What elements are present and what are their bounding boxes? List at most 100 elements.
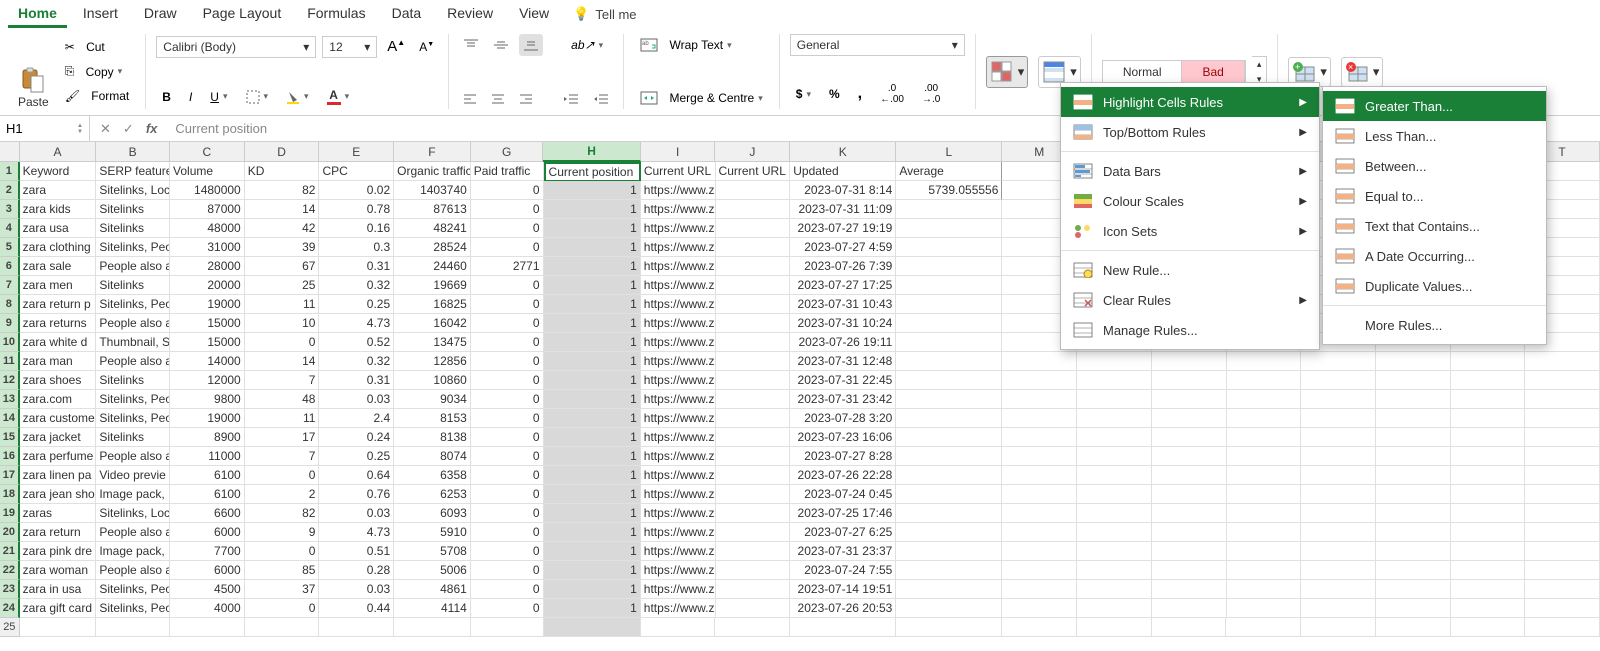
menu-item-clear-rules[interactable]: Clear Rules▶: [1061, 285, 1319, 315]
cell[interactable]: [1451, 485, 1526, 504]
cell[interactable]: zara return: [20, 523, 97, 542]
cell[interactable]: Image pack,: [96, 485, 170, 504]
cell[interactable]: [1376, 485, 1451, 504]
cell[interactable]: 0: [471, 295, 544, 314]
cell[interactable]: 2023-07-26 20:53: [790, 599, 896, 618]
cell[interactable]: [716, 390, 791, 409]
decrease-decimal-button[interactable]: .00→.0: [916, 79, 946, 109]
cell[interactable]: [896, 542, 1002, 561]
cell[interactable]: 0.02: [319, 181, 394, 200]
tell-me-button[interactable]: Tell me: [595, 7, 636, 22]
font-size-select[interactable]: 12▾: [322, 36, 377, 58]
cell[interactable]: [1227, 523, 1302, 542]
tab-home[interactable]: Home: [8, 1, 67, 28]
percent-button[interactable]: %: [823, 83, 846, 105]
cell[interactable]: [715, 618, 790, 637]
cell[interactable]: 2.4: [319, 409, 394, 428]
cell[interactable]: [1002, 447, 1077, 466]
cell[interactable]: [1077, 542, 1152, 561]
cell[interactable]: [1376, 447, 1451, 466]
cell[interactable]: https://www.zara.com/us: [641, 333, 716, 352]
cell[interactable]: [1002, 618, 1077, 637]
conditional-formatting-button[interactable]: ▾: [986, 56, 1029, 88]
cell[interactable]: [1077, 447, 1152, 466]
cell[interactable]: 2023-07-31 23:37: [790, 542, 896, 561]
cell[interactable]: [394, 618, 471, 637]
number-format-select[interactable]: General▾: [790, 34, 965, 56]
cell[interactable]: [96, 618, 170, 637]
cell[interactable]: 2023-07-28 3:20: [790, 409, 896, 428]
cell[interactable]: 12000: [170, 371, 245, 390]
cell[interactable]: https://www.zara.com/us: [641, 257, 716, 276]
cell[interactable]: [896, 428, 1002, 447]
cell[interactable]: 1: [544, 295, 641, 314]
cell[interactable]: zara usa: [20, 219, 97, 238]
cell[interactable]: [1077, 409, 1152, 428]
cell[interactable]: zaras: [20, 504, 97, 523]
tab-data[interactable]: Data: [382, 1, 432, 28]
cell[interactable]: 1: [544, 333, 641, 352]
cut-button[interactable]: ✂ Cut: [59, 36, 136, 58]
column-header-L[interactable]: L: [896, 142, 1002, 162]
cell[interactable]: Sitelinks, Peo: [96, 409, 170, 428]
cell[interactable]: Sitelinks, Peo: [96, 599, 170, 618]
cell[interactable]: https://www.zara.com/us: [641, 181, 716, 200]
row-header[interactable]: 20: [0, 523, 20, 542]
cell[interactable]: 5006: [394, 561, 471, 580]
cell[interactable]: [1227, 447, 1302, 466]
row-header[interactable]: 17: [0, 466, 20, 485]
column-header-I[interactable]: I: [641, 142, 716, 162]
cell[interactable]: 2023-07-31 10:43: [790, 295, 896, 314]
cell[interactable]: Current URL: [641, 162, 716, 181]
cell[interactable]: People also a: [96, 314, 170, 333]
cell[interactable]: [716, 314, 791, 333]
cell[interactable]: 1: [544, 599, 641, 618]
cell[interactable]: [1227, 599, 1302, 618]
cell[interactable]: [1077, 466, 1152, 485]
cell[interactable]: 9: [245, 523, 320, 542]
cell[interactable]: 2023-07-26 19:11: [790, 333, 896, 352]
cell[interactable]: 1: [544, 466, 641, 485]
cell[interactable]: Sitelinks, Loc: [96, 504, 170, 523]
cell[interactable]: [1376, 580, 1451, 599]
row-header[interactable]: 13: [0, 390, 20, 409]
cell[interactable]: [716, 257, 791, 276]
cell[interactable]: People also a: [96, 561, 170, 580]
cell[interactable]: [1077, 352, 1152, 371]
cell[interactable]: 0: [471, 200, 544, 219]
cancel-formula-button[interactable]: ✕: [100, 121, 111, 137]
insert-function-button[interactable]: fx: [146, 121, 158, 136]
cell[interactable]: 0.76: [319, 485, 394, 504]
cell[interactable]: 0: [245, 466, 320, 485]
cell[interactable]: 0.25: [319, 295, 394, 314]
cell[interactable]: zara sale: [20, 257, 97, 276]
cell[interactable]: 48241: [394, 219, 471, 238]
cell[interactable]: https://www.zara.com/us: [641, 447, 716, 466]
cell[interactable]: CPC: [319, 162, 394, 181]
cell[interactable]: 1: [544, 580, 641, 599]
cell[interactable]: [245, 618, 320, 637]
cell[interactable]: zara returns: [20, 314, 97, 333]
cell[interactable]: [1152, 580, 1227, 599]
cell[interactable]: [1525, 485, 1600, 504]
row-header[interactable]: 1: [0, 162, 20, 181]
cell[interactable]: [1451, 352, 1526, 371]
cell[interactable]: 0.03: [319, 580, 394, 599]
row-header[interactable]: 8: [0, 295, 20, 314]
align-center-button[interactable]: [487, 89, 509, 109]
cell[interactable]: 1: [544, 504, 641, 523]
cell[interactable]: zara return p: [20, 295, 97, 314]
cell[interactable]: 5739.055556: [896, 181, 1002, 200]
cell[interactable]: 6100: [170, 485, 245, 504]
cell[interactable]: [1376, 618, 1451, 637]
cell[interactable]: SERP features: [96, 162, 170, 181]
cell[interactable]: 6358: [394, 466, 471, 485]
cell[interactable]: 16825: [394, 295, 471, 314]
cell[interactable]: [1077, 599, 1152, 618]
cell[interactable]: [1227, 428, 1302, 447]
row-header[interactable]: 7: [0, 276, 20, 295]
cell[interactable]: 5708: [394, 542, 471, 561]
cell[interactable]: 13475: [394, 333, 471, 352]
cell[interactable]: Sitelinks, Loc: [96, 181, 170, 200]
cell[interactable]: [1525, 561, 1600, 580]
